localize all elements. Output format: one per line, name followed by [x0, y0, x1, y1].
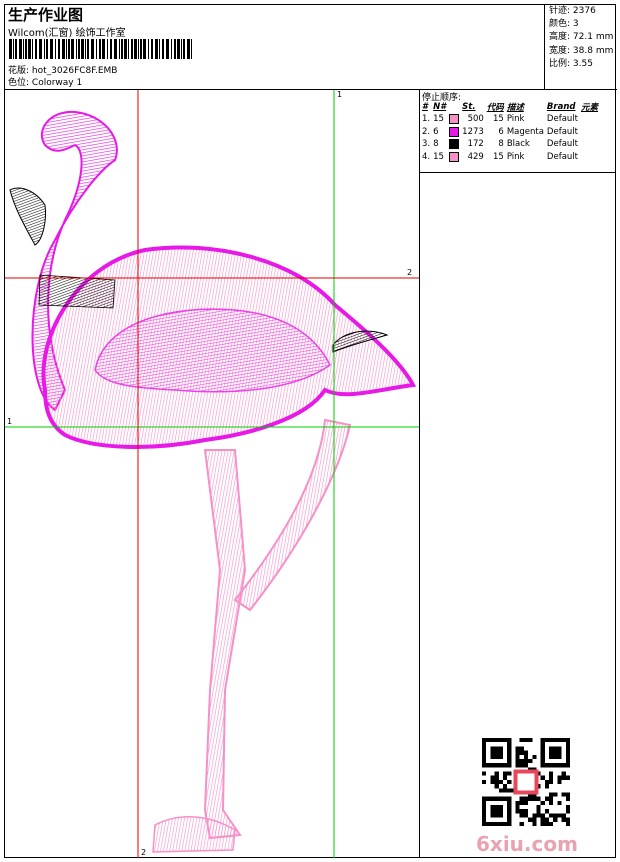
flamingo-leg-front: [203, 449, 247, 840]
row-needle: 15: [433, 151, 444, 162]
guide-label-red-v: 2: [141, 848, 147, 857]
row-stitches: 1273: [462, 126, 484, 137]
row-code: 6: [498, 126, 504, 137]
neck-band-black: [38, 274, 116, 309]
spec-width: 宽度: 38.8 mm: [549, 45, 614, 56]
row-code: 15: [492, 151, 504, 162]
row-description: Black: [506, 139, 530, 150]
table-row: 4. 15 429 15 Pink Default: [422, 151, 601, 164]
col-brand: Brand: [546, 102, 576, 112]
row-needle: 8: [433, 139, 439, 150]
header-info: 生产作业图 Wilcom(汇窗) 绘饰工作室 花版: hot_3026FC8F.…: [5, 5, 545, 89]
guide-label-green-v: 1: [337, 90, 343, 99]
row-brand: Default: [546, 126, 578, 137]
row-index: 4.: [422, 151, 431, 162]
watermark: 6xiu.com: [476, 832, 578, 856]
flamingo-beak: [9, 187, 46, 246]
spec-height: 高度: 72.1 mm: [549, 32, 614, 43]
row-stitches: 500: [467, 114, 484, 125]
design-preview: 1 1 2 2: [5, 90, 419, 858]
table-row: 1. 15 500 15 Pink Default: [422, 113, 601, 126]
sheet-title: 生产作业图: [8, 6, 84, 24]
spec-colors: 颜色: 3: [549, 19, 579, 30]
table-header-row: # N# St. 代码 描述 Brand 元素: [422, 100, 601, 113]
col-stitches: St.: [462, 102, 476, 112]
flamingo-leg-back: [233, 418, 352, 612]
col-element: 元素: [580, 103, 598, 113]
swatch: [449, 126, 462, 139]
stop-sequence-panel: 停止顺序: # N# St. 代码 描述 Brand 元素 1. 15 500 15 P…: [419, 90, 616, 858]
row-brand: Default: [546, 114, 578, 125]
col-index: #: [422, 102, 428, 112]
color-swatch: [449, 114, 460, 124]
col-code: 代码: [486, 103, 504, 113]
colorway-name: Colorway 1: [31, 78, 83, 88]
color-swatch: [449, 151, 460, 162]
color-swatch: [449, 126, 460, 137]
stop-sequence-table: # N# St. 代码 描述 Brand 元素 1. 15 500 15 Pink Def…: [422, 100, 601, 163]
col-swatch: [449, 100, 462, 113]
guide-label-green-h: 1: [7, 417, 13, 426]
vendor-name: Wilcom(汇窗) 绘饰工作室: [8, 28, 126, 39]
row-code: 15: [492, 114, 504, 125]
row-description: Pink: [506, 114, 525, 125]
production-sheet: 生产作业图 Wilcom(汇窗) 绘饰工作室 花版: hot_3026FC8F.…: [4, 4, 617, 858]
color-swatch: [449, 139, 460, 149]
table-row: 2. 6 1273 6 Magenta Default: [422, 126, 601, 139]
guide-label-red-h: 2: [407, 268, 413, 277]
spec-scale: 比例: 3.55: [549, 58, 593, 69]
row-index: 1.: [422, 114, 431, 125]
swatch: [449, 138, 462, 151]
row-description: Magenta: [506, 126, 544, 137]
row-description: Pink: [506, 151, 525, 162]
table-divider: [420, 172, 616, 173]
col-description: 描述: [506, 103, 524, 113]
table-row: 3. 8 172 8 Black Default: [422, 138, 601, 151]
row-code: 8: [498, 139, 504, 150]
swatch: [449, 151, 462, 164]
col-needle: N#: [433, 102, 447, 112]
colorway-line: 色位: Colorway 1: [8, 75, 82, 88]
flamingo-embroidery: [5, 90, 419, 858]
row-brand: Default: [546, 139, 578, 150]
qr-code: [482, 738, 570, 826]
colorway-label: 色位:: [8, 78, 30, 88]
row-index: 2.: [422, 126, 431, 137]
sheet-header: 生产作业图 Wilcom(汇窗) 绘饰工作室 花版: hot_3026FC8F.…: [5, 5, 617, 90]
row-brand: Default: [546, 151, 578, 162]
spec-stitches: 针迹: 2376: [549, 6, 596, 16]
swatch: [449, 113, 462, 126]
spec-list: 针迹: 2376 颜色: 3 高度: 72.1 mm 宽度: 38.8 mm 比…: [546, 5, 613, 71]
row-index: 3.: [422, 139, 431, 150]
row-stitches: 429: [467, 151, 484, 162]
barcode: [9, 39, 192, 59]
row-needle: 15: [433, 114, 444, 125]
row-needle: 6: [433, 126, 439, 137]
row-stitches: 172: [467, 139, 484, 150]
